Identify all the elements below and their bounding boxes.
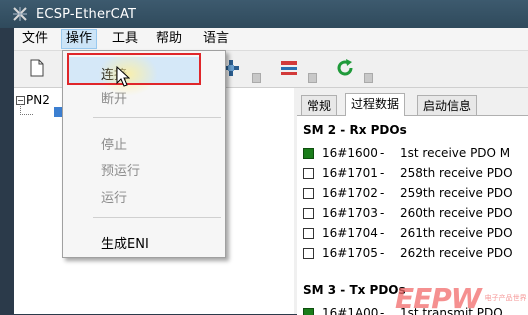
pdo-name: 261th receive PDO (400, 226, 513, 240)
watermark-site: 电子产品世界 (485, 294, 527, 303)
window-title: ECSP-EtherCAT (36, 7, 136, 22)
menu-item-generate-eni[interactable]: 生成ENI (101, 233, 149, 252)
menu-operation[interactable]: 操作 (61, 29, 97, 49)
menu-file[interactable]: 文件 (18, 30, 52, 48)
pdo-name: 259th receive PDO (400, 186, 513, 200)
refresh-icon[interactable] (334, 57, 356, 79)
pdo-row[interactable]: 16#1701-258th receive PDO (303, 163, 513, 183)
pdo-index: 16#1704 (322, 226, 380, 240)
pdo-checkbox[interactable] (303, 148, 314, 159)
pdo-name: 262th receive PDO (400, 246, 513, 260)
menu-bar: 文件 操作 工具 帮助 语言 (14, 28, 528, 51)
pdo-row[interactable]: 16#1703-260th receive PDO (303, 203, 513, 223)
tab-process-data[interactable]: 过程数据 (345, 93, 405, 116)
pdo-name: 260th receive PDO (400, 206, 513, 220)
network-dropdown-icon[interactable] (252, 73, 261, 83)
pdo-index: 16#1701 (322, 166, 380, 180)
title-bar: ECSP-EtherCAT (0, 0, 528, 28)
pdo-row[interactable]: 16#1702-259th receive PDO (303, 183, 513, 203)
pdo-checkbox[interactable] (303, 248, 314, 259)
app-logo-icon (12, 6, 28, 22)
watermark-logo: EEPW (395, 282, 481, 315)
pdo-separator: - (380, 146, 400, 160)
refresh-dropdown-icon[interactable] (364, 73, 373, 83)
pdo-row[interactable]: 16#1705-262th receive PDO (303, 243, 513, 263)
tree-connector (20, 104, 33, 115)
details-pane: 常规 过程数据 启动信息 SM 2 - Rx PDOs 16#1600-1st … (297, 88, 528, 314)
pdo-separator: - (380, 166, 400, 180)
menu-language[interactable]: 语言 (199, 30, 233, 48)
menu-item-stop[interactable]: 停止 (101, 134, 127, 153)
pdo-index: 16#1702 (322, 186, 380, 200)
pdo-index: 16#1703 (322, 206, 380, 220)
pdo-separator: - (380, 186, 400, 200)
menu-separator (93, 217, 221, 218)
device-config-icon[interactable] (278, 57, 300, 79)
menu-item-preop[interactable]: 预运行 (101, 160, 140, 179)
sm3-header: SM 3 - Tx PDOs (303, 283, 406, 297)
menu-tools[interactable]: 工具 (108, 30, 142, 48)
pdo-name: 258th receive PDO (400, 166, 513, 180)
new-file-icon[interactable] (26, 57, 48, 79)
pdo-row[interactable]: 16#1600-1st receive PDO M (303, 143, 510, 163)
pdo-separator: - (380, 246, 400, 260)
pdo-row[interactable]: 16#1704-261th receive PDO (303, 223, 513, 243)
pdo-checkbox[interactable] (303, 228, 314, 239)
mouse-cursor-icon (116, 66, 130, 88)
menu-item-run[interactable]: 运行 (101, 187, 127, 206)
menu-help[interactable]: 帮助 (152, 30, 186, 48)
device-dropdown-icon[interactable] (308, 73, 317, 83)
pdo-separator: - (380, 206, 400, 220)
tab-strip: 常规 过程数据 启动信息 (297, 93, 528, 115)
watermark: EEPW 电子产品世界 (395, 282, 527, 315)
pdo-checkbox[interactable] (303, 168, 314, 179)
menu-separator (93, 117, 221, 118)
pdo-checkbox[interactable] (303, 208, 314, 219)
pdo-index: 16#1600 (322, 146, 380, 160)
annotation-highlight-box (67, 53, 201, 85)
pdo-checkbox[interactable] (303, 188, 314, 199)
pdo-index: 16#1705 (322, 246, 380, 260)
pdo-separator: - (380, 226, 400, 240)
sm2-header: SM 2 - Rx PDOs (303, 123, 407, 137)
tab-startup-info[interactable]: 启动信息 (417, 95, 477, 116)
tab-general[interactable]: 常规 (301, 95, 337, 116)
pdo-name: 1st receive PDO M (400, 146, 510, 160)
